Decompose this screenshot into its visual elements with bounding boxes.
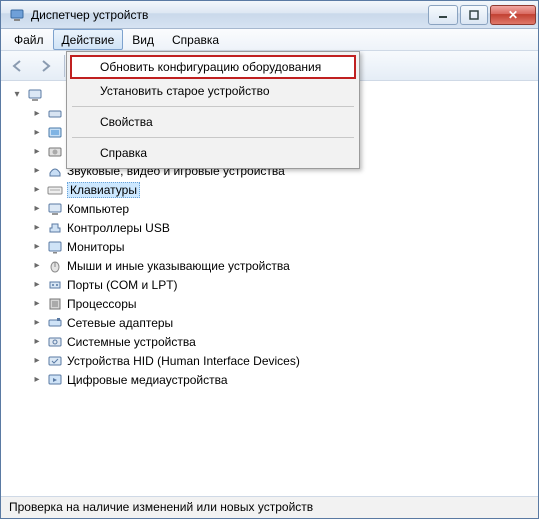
status-bar: Проверка на наличие изменений или новых … (1, 496, 538, 518)
node-label: Мыши и иные указывающие устройства (67, 259, 290, 273)
node-label: Сетевые адаптеры (67, 316, 173, 330)
category-icon (47, 296, 63, 312)
tree-node[interactable]: ▸ Мыши и иные указывающие устройства (27, 256, 538, 275)
window-title: Диспетчер устройств (31, 8, 426, 22)
expand-icon[interactable]: ▸ (31, 355, 43, 367)
back-button[interactable] (5, 54, 31, 78)
tree-node[interactable]: ▸ Компьютер (27, 199, 538, 218)
expand-icon[interactable]: ▸ (31, 279, 43, 291)
category-icon (47, 258, 63, 274)
category-icon (47, 125, 63, 141)
category-icon (47, 372, 63, 388)
category-icon (47, 239, 63, 255)
expand-icon[interactable]: ▸ (31, 374, 43, 386)
expand-icon[interactable]: ▸ (31, 127, 43, 139)
expand-icon[interactable]: ▸ (31, 108, 43, 120)
menu-help[interactable]: Справка (70, 141, 356, 165)
menu-install-legacy[interactable]: Установить старое устройство (70, 79, 356, 103)
app-icon (9, 7, 25, 23)
menu-view[interactable]: Вид (123, 29, 163, 50)
expand-icon[interactable]: ▸ (31, 241, 43, 253)
menu-refresh-hardware[interactable]: Обновить конфигурацию оборудования (70, 55, 356, 79)
node-label: Устройства HID (Human Interface Devices) (67, 354, 300, 368)
menu-file[interactable]: Файл (5, 29, 53, 50)
expand-icon[interactable]: ▸ (31, 260, 43, 272)
minimize-button[interactable] (428, 5, 458, 25)
category-icon (47, 144, 63, 160)
category-icon (47, 315, 63, 331)
maximize-button[interactable] (460, 5, 488, 25)
menu-action[interactable]: Действие (53, 29, 124, 50)
category-icon (47, 220, 63, 236)
tree-node[interactable]: ▸ Клавиатуры (27, 180, 538, 199)
tree-node[interactable]: ▸ Порты (COM и LPT) (27, 275, 538, 294)
close-button[interactable]: ✕ (490, 5, 536, 25)
category-icon (47, 334, 63, 350)
expand-icon[interactable]: ▸ (31, 184, 43, 196)
menu-separator (72, 137, 354, 138)
expand-icon[interactable]: ▸ (31, 146, 43, 158)
computer-icon (27, 87, 43, 103)
tree-node[interactable]: ▸ Процессоры (27, 294, 538, 313)
category-icon (47, 182, 63, 198)
node-label: Мониторы (67, 240, 124, 254)
expand-icon[interactable]: ▸ (31, 222, 43, 234)
toolbar-separator (64, 55, 65, 77)
category-icon (47, 201, 63, 217)
tree-node[interactable]: ▸ Цифровые медиаустройства (27, 370, 538, 389)
node-label: Цифровые медиаустройства (67, 373, 228, 387)
menu-properties[interactable]: Свойства (70, 110, 356, 134)
node-label: Системные устройства (67, 335, 196, 349)
status-text: Проверка на наличие изменений или новых … (9, 500, 313, 514)
menu-help[interactable]: Справка (163, 29, 228, 50)
tree-node[interactable]: ▸ Контроллеры USB (27, 218, 538, 237)
title-bar[interactable]: Диспетчер устройств ✕ (1, 1, 538, 29)
expand-icon[interactable]: ▸ (31, 203, 43, 215)
menu-separator (72, 106, 354, 107)
tree-node[interactable]: ▸ Устройства HID (Human Interface Devices… (27, 351, 538, 370)
category-icon (47, 163, 63, 179)
expand-icon[interactable]: ▸ (31, 317, 43, 329)
node-label: Контроллеры USB (67, 221, 170, 235)
expand-icon[interactable]: ▸ (31, 336, 43, 348)
tree-node[interactable]: ▸ Системные устройства (27, 332, 538, 351)
menu-bar: Файл Действие Вид Справка (1, 29, 538, 51)
node-label: Компьютер (67, 202, 129, 216)
collapse-icon[interactable]: ▾ (11, 89, 23, 101)
category-icon (47, 106, 63, 122)
node-label: Порты (COM и LPT) (67, 278, 178, 292)
category-icon (47, 353, 63, 369)
window-controls: ✕ (426, 5, 536, 25)
tree-node[interactable]: ▸ Мониторы (27, 237, 538, 256)
tree-node[interactable]: ▸ Сетевые адаптеры (27, 313, 538, 332)
expand-icon[interactable]: ▸ (31, 165, 43, 177)
category-icon (47, 277, 63, 293)
forward-button[interactable] (33, 54, 59, 78)
node-label: Процессоры (67, 297, 137, 311)
node-label: Клавиатуры (67, 182, 140, 198)
action-menu-dropdown: Обновить конфигурацию оборудования Устан… (66, 51, 360, 169)
expand-icon[interactable]: ▸ (31, 298, 43, 310)
